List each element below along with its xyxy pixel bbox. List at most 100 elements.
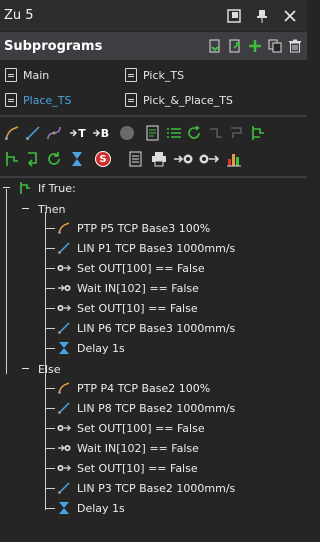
pin-icon[interactable] [251,5,273,27]
subprogram-item-pick-and-place-ts[interactable]: Pick_&_Place_TS [125,90,233,110]
document-icon [5,68,17,82]
stop-label: S [95,151,111,167]
tree-node-label: Set OUT[100] == False [77,261,205,275]
subprogram-item-place-ts[interactable]: Place_TS [5,90,71,110]
collapse-toggle[interactable] [22,368,29,369]
tree-node-command[interactable]: Set OUT[100] == False [57,258,205,278]
document-icon[interactable] [144,124,162,142]
subprograms-label: Subprograms [4,38,103,54]
set-out-icon [57,261,71,275]
set-out-icon [57,461,71,475]
loop-icon[interactable] [186,124,204,142]
delay-icon [57,501,71,515]
subprogram-label: Main [23,68,50,82]
tree-node-command[interactable]: Wait IN[102] == False [57,278,199,298]
tree-node-command[interactable]: Wait IN[102] == False [57,438,199,458]
wait-in-icon [57,281,71,295]
close-icon[interactable] [279,5,301,27]
tree-node-label: LIN P6 TCP Base3 1000mm/s [77,321,236,335]
if-branch-icon [18,181,32,195]
set-out-icon [57,301,71,315]
import-subprogram-icon[interactable] [207,39,222,54]
circ-move-icon[interactable] [45,124,63,142]
subprograms-header: Subprograms [0,32,307,60]
wait-input-icon[interactable] [173,150,195,168]
divider [0,115,307,117]
copy-subprogram-icon[interactable] [267,39,282,54]
program-tree: If True: Then PTP P5 TCP Base3 100% LIN P… [0,178,307,542]
tree-node-if[interactable]: If True: [18,178,76,198]
window-title: Zu 5 [4,8,34,23]
tree-node-label: Wait IN[102] == False [77,441,199,455]
list-icon[interactable] [165,124,183,142]
collapse-toggle[interactable] [22,208,29,209]
set-base-icon[interactable]: B [91,124,111,142]
lin-move-icon [57,241,71,255]
tree-node-label: Delay 1s [77,501,125,515]
print-icon[interactable] [150,150,168,168]
tree-node-command[interactable]: Set OUT[10] == False [57,298,198,318]
set-out-icon [57,421,71,435]
tree-guide-line [45,268,55,269]
subprogram-item-pick-ts[interactable]: Pick_TS [125,65,184,85]
tree-node-command[interactable]: PTP P5 TCP Base3 100% [57,218,210,238]
refresh-icon[interactable] [45,150,63,168]
tree-node-then[interactable]: Then [38,199,65,219]
ptp-move-icon[interactable] [3,124,21,142]
tree-guide-line [45,308,55,309]
tree-node-label: Else [38,362,61,376]
tree-node-command[interactable]: LIN P8 TCP Base2 1000mm/s [57,398,235,418]
collapse-toggle[interactable] [3,187,10,188]
tree-node-command[interactable]: Set OUT[100] == False [57,418,205,438]
tree-node-label: LIN P3 TCP Base2 1000mm/s [77,481,236,495]
tree-guide-line [45,248,55,249]
ptp-move-icon [57,221,71,235]
tree-node-command[interactable]: LIN P3 TCP Base2 1000mm/s [57,478,235,498]
tree-guide-line [45,508,55,509]
tree-guide-line [45,428,55,429]
tree-node-label: LIN P1 TCP Base3 1000mm/s [77,241,236,255]
tree-node-command[interactable]: Delay 1s [57,498,125,518]
tree-node-label: Wait IN[102] == False [77,281,199,295]
tree-node-command[interactable]: PTP P4 TCP Base2 100% [57,378,210,398]
tree-node-label: Delay 1s [77,341,125,355]
lin-move-icon[interactable] [24,124,42,142]
wait-in-icon [57,441,71,455]
else-branch-icon[interactable] [3,150,21,168]
subroutine-icon[interactable] [228,124,246,142]
add-subprogram-icon[interactable] [247,39,262,54]
subprogram-item-main[interactable]: Main [5,65,49,85]
tree-node-else[interactable]: Else [38,359,61,379]
tree-node-label: PTP P5 TCP Base3 100% [77,221,211,235]
export-subprogram-icon[interactable] [227,39,242,54]
subprogram-label: Pick_&_Place_TS [143,93,233,107]
tree-node-command[interactable]: Set OUT[10] == False [57,458,198,478]
lin-move-icon [57,481,71,495]
tree-node-command[interactable]: LIN P6 TCP Base3 1000mm/s [57,318,235,338]
chart-icon[interactable] [225,150,243,168]
notes-icon[interactable] [127,150,145,168]
tree-node-label: Set OUT[100] == False [77,421,205,435]
stop-icon[interactable]: S [94,150,112,168]
delay-icon [57,341,71,355]
document-icon [125,68,137,82]
goto-icon[interactable] [24,150,42,168]
tree-node-label: Set OUT[10] == False [77,301,198,315]
hourglass-icon[interactable] [68,150,86,168]
set-tool-icon[interactable]: T [68,124,88,142]
tool-b-label: B [100,126,110,140]
tree-node-label: Then [38,202,66,216]
undock-icon[interactable] [223,5,245,27]
title-bar: Zu 5 [0,0,307,31]
tree-node-command[interactable]: LIN P1 TCP Base3 1000mm/s [57,238,235,258]
delete-subprogram-icon[interactable] [287,39,302,54]
if-branch-icon[interactable] [249,124,267,142]
set-output-icon[interactable] [198,150,220,168]
jump-icon[interactable] [207,124,225,142]
tree-node-command[interactable]: Delay 1s [57,338,125,358]
tree-guide-line [45,408,55,409]
tree-guide-line [6,189,7,374]
tree-guide-line [45,288,55,289]
tree-guide-line [45,388,55,389]
record-icon[interactable] [118,124,136,142]
